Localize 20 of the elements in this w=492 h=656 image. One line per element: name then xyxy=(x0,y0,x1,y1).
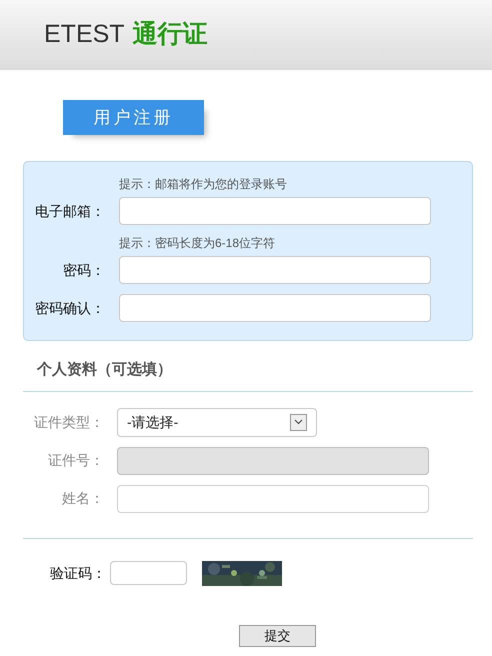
submit-button[interactable]: 提交 xyxy=(239,624,316,646)
field-label: 证件号： xyxy=(47,451,104,470)
brand-suffix: 通行证 xyxy=(132,19,208,50)
input-field[interactable] xyxy=(117,484,429,512)
captcha-label: 验证码： xyxy=(50,564,107,582)
field-label: 密码： xyxy=(62,260,105,280)
field-label: 证件类型： xyxy=(33,412,104,432)
input-field[interactable] xyxy=(119,197,431,225)
hint-text: 提示：密码长度为6-18位字符 xyxy=(119,235,276,252)
input-field[interactable] xyxy=(119,294,431,322)
field-label: 电子邮箱： xyxy=(34,202,105,220)
hint-text: 提示：邮箱将作为您的登录账号 xyxy=(119,176,288,193)
field-label: 姓名： xyxy=(61,489,104,508)
section-title: 个人资料（可选填） xyxy=(37,361,172,378)
type-select[interactable]: -请选择- xyxy=(117,408,317,436)
captcha-field[interactable] xyxy=(110,561,187,585)
field-label: 密码确认： xyxy=(34,298,105,318)
chevron-down-icon xyxy=(290,414,307,430)
input-field[interactable] xyxy=(119,256,431,284)
brand-name: ETEST xyxy=(44,19,125,50)
